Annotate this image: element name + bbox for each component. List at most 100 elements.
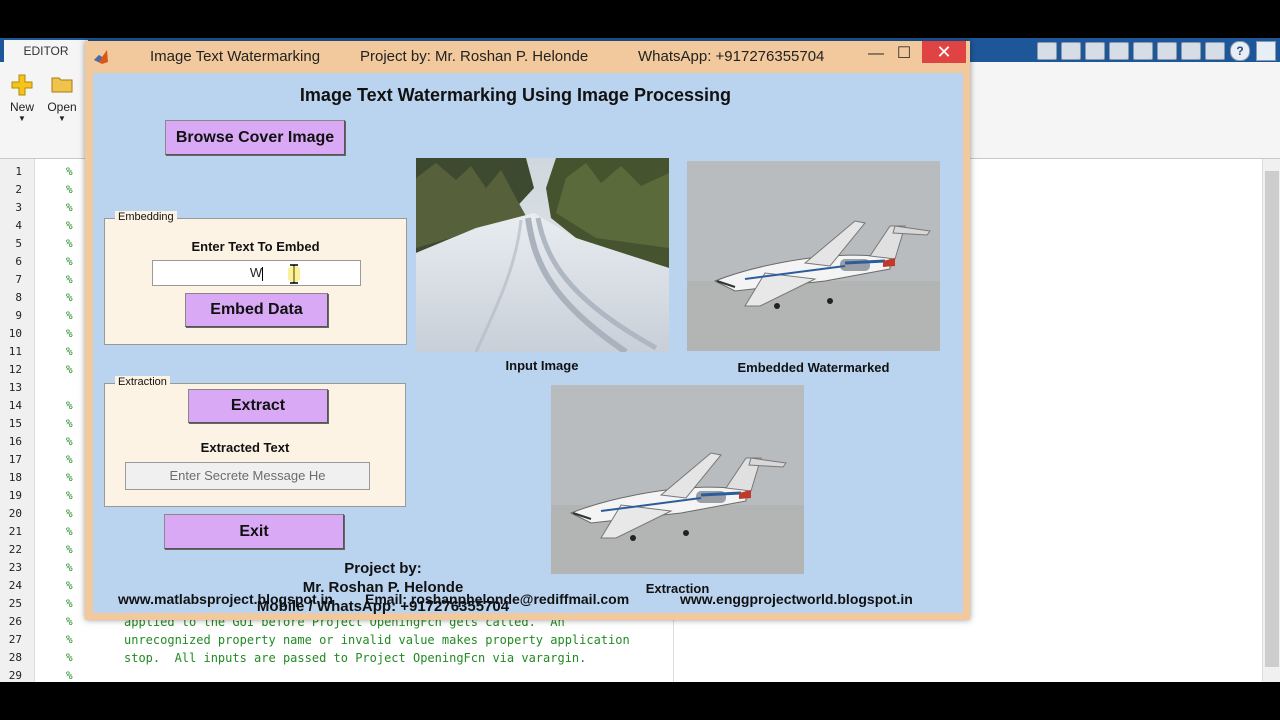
line-number: 20 — [8, 507, 22, 520]
comment-marker: % — [66, 273, 73, 286]
quick-open-icon[interactable] — [1037, 42, 1057, 60]
extraction-panel: Extraction Extract Extracted Text Enter … — [104, 376, 406, 507]
line-number: 17 — [8, 453, 22, 466]
new-label: New — [9, 100, 34, 114]
line-number: 19 — [8, 489, 22, 502]
maximize-icon[interactable]: ☐ — [891, 43, 917, 65]
line-number: 10 — [8, 327, 22, 340]
comment-marker: % — [66, 345, 73, 358]
line-number: 5 — [15, 237, 22, 250]
comment-marker: % — [66, 255, 73, 268]
embed-text-input[interactable]: W — [152, 260, 361, 286]
window-title-project: Project by: Mr. Roshan P. Helonde — [360, 48, 589, 65]
line-number: 14 — [8, 399, 22, 412]
line-number: 11 — [8, 345, 22, 358]
extracted-text-label: Extracted Text — [200, 440, 290, 455]
exit-button[interactable]: Exit — [164, 514, 344, 549]
code-comment-line: unrecognized property name or invalid va… — [124, 633, 630, 647]
line-number: 26 — [8, 615, 22, 628]
window-title-whatsapp: WhatsApp: +917276355704 — [638, 48, 825, 65]
embedding-panel-title: Embedding — [115, 211, 177, 223]
window-titlebar[interactable]: Image Text Watermarking Project by: Mr. … — [85, 41, 970, 73]
line-number: 9 — [15, 309, 22, 322]
line-number: 2 — [15, 183, 22, 196]
watermarking-gui-window: Image Text Watermarking Project by: Mr. … — [85, 41, 970, 620]
new-button[interactable]: New ▼ — [0, 74, 44, 123]
quick-save-icon[interactable] — [1061, 42, 1081, 60]
text-cursor-icon — [286, 264, 302, 284]
extraction-image — [551, 385, 804, 574]
close-icon[interactable]: ✕ — [922, 41, 966, 63]
scrollbar-thumb[interactable] — [1265, 171, 1279, 667]
line-number: 25 — [8, 597, 22, 610]
window-title-app: Image Text Watermarking — [150, 48, 321, 65]
comment-marker: % — [66, 471, 73, 484]
extraction-panel-title: Extraction — [115, 376, 170, 388]
line-number: 18 — [8, 471, 22, 484]
embed-text-value: W — [249, 265, 263, 280]
comment-marker: % — [66, 291, 73, 304]
browse-cover-image-button[interactable]: Browse Cover Image — [165, 120, 345, 155]
quick-undo-icon[interactable] — [1157, 42, 1177, 60]
comment-marker: % — [66, 363, 73, 376]
credits-line1: Project by: — [344, 560, 422, 577]
comment-marker: % — [66, 165, 73, 178]
comment-marker: % — [66, 543, 73, 556]
enter-text-label: Enter Text To Embed — [191, 239, 320, 254]
line-number: 13 — [8, 381, 22, 394]
comment-marker: % — [66, 201, 73, 214]
line-number: 29 — [8, 669, 22, 682]
comment-marker: % — [66, 651, 73, 664]
comment-marker: % — [66, 633, 73, 646]
line-number: 22 — [8, 543, 22, 556]
open-label: Open — [47, 100, 77, 114]
folder-icon — [51, 74, 73, 94]
minimize-icon[interactable]: — — [863, 43, 889, 65]
comment-marker: % — [66, 219, 73, 232]
matlab-logo-icon — [93, 49, 109, 65]
gui-heading: Image Text Watermarking Using Image Proc… — [299, 85, 732, 105]
footer-email: Email: roshanphelonde@rediffmail.com — [365, 591, 630, 607]
quick-redo-icon[interactable] — [1181, 42, 1201, 60]
embed-data-button[interactable]: Embed Data — [185, 293, 328, 327]
plus-icon — [11, 74, 33, 96]
comment-marker: % — [66, 597, 73, 610]
input-image-caption: Input Image — [505, 358, 579, 373]
comment-marker: % — [66, 435, 73, 448]
line-number: 15 — [8, 417, 22, 430]
extracted-text-output: Enter Secrete Message He — [125, 462, 370, 490]
tab-editor[interactable]: EDITOR — [4, 40, 88, 62]
comment-marker: % — [66, 237, 73, 250]
line-number: 1 — [15, 165, 22, 178]
footer-site1: www.matlabsproject.blogspot.in — [118, 591, 333, 607]
extract-button[interactable]: Extract — [188, 389, 328, 423]
open-button[interactable]: Open ▼ — [40, 74, 84, 123]
help-icon[interactable]: ? — [1230, 41, 1250, 61]
footer-site2: www.enggprojectworld.blogspot.in — [680, 591, 913, 607]
line-number: 27 — [8, 633, 22, 646]
line-number: 6 — [15, 255, 22, 268]
comment-marker: % — [66, 669, 73, 682]
editor-scrollbar[interactable] — [1262, 159, 1280, 682]
comment-marker: % — [66, 579, 73, 592]
code-comment-line: stop. All inputs are passed to Project O… — [124, 651, 587, 665]
quick-paste-icon[interactable] — [1133, 42, 1153, 60]
comment-marker: % — [66, 507, 73, 520]
comment-marker: % — [66, 615, 73, 628]
comment-marker: % — [66, 183, 73, 196]
search-documentation-icon[interactable] — [1256, 41, 1276, 61]
comment-marker: % — [66, 525, 73, 538]
quick-copy-icon[interactable] — [1109, 42, 1129, 60]
comment-marker: % — [66, 417, 73, 430]
line-number: 4 — [15, 219, 22, 232]
embedded-watermarked-image — [687, 161, 940, 351]
quick-cut-icon[interactable] — [1085, 42, 1105, 60]
comment-marker: % — [66, 489, 73, 502]
line-number: 12 — [8, 363, 22, 376]
line-number: 8 — [15, 291, 22, 304]
new-dropdown-chevron-icon[interactable]: ▼ — [0, 114, 44, 123]
comment-marker: % — [66, 399, 73, 412]
quick-switch-window-icon[interactable] — [1205, 42, 1225, 60]
open-dropdown-chevron-icon[interactable]: ▼ — [40, 114, 84, 123]
input-image — [416, 158, 669, 352]
